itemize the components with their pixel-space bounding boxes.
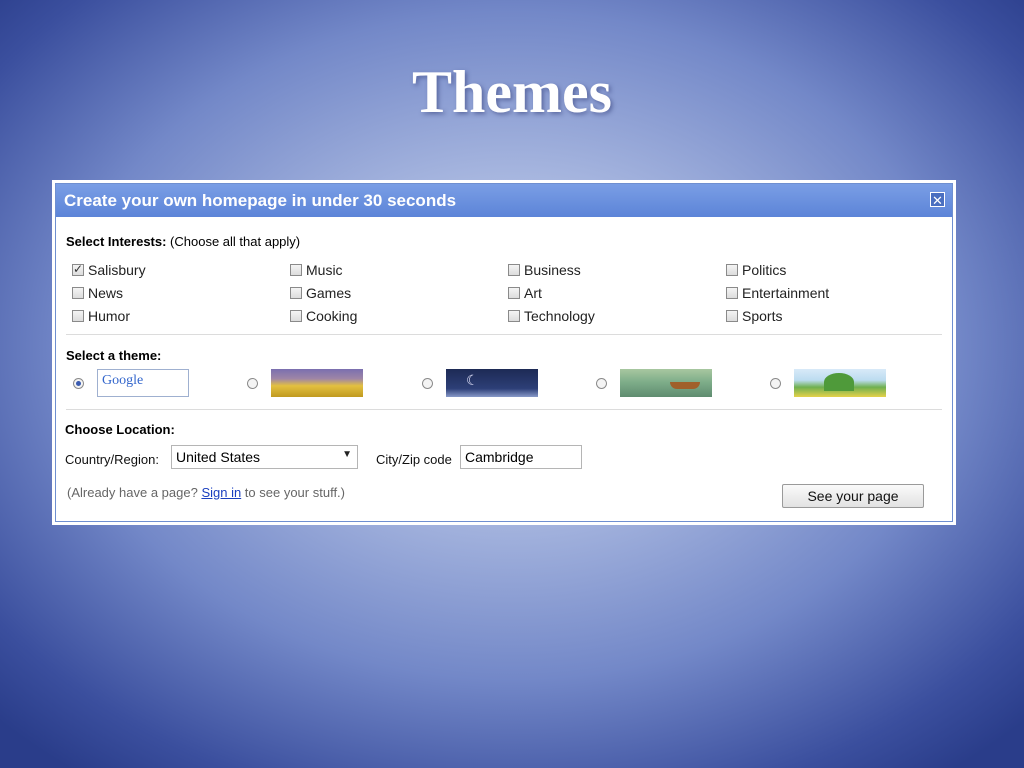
interest-label: Technology	[524, 308, 595, 324]
checkbox[interactable]	[726, 310, 738, 322]
dialog-titlebar: Create your own homepage in under 30 sec…	[56, 184, 952, 217]
interest-cooking[interactable]: Cooking	[290, 308, 357, 324]
country-select[interactable]: United States ▼	[171, 445, 358, 469]
chevron-down-icon: ▼	[342, 449, 352, 460]
theme-radio-river[interactable]	[596, 378, 607, 389]
signin-note-prefix: (Already have a page?	[67, 485, 202, 500]
country-label: Country/Region:	[65, 452, 159, 467]
theme-thumb-night[interactable]	[446, 369, 538, 397]
interest-art[interactable]: Art	[508, 285, 542, 301]
theme-label: Select a theme:	[66, 348, 162, 363]
checkbox[interactable]	[72, 310, 84, 322]
signin-link[interactable]: Sign in	[201, 485, 241, 500]
theme-heading: Select a theme:	[66, 348, 161, 363]
interest-sports[interactable]: Sports	[726, 308, 782, 324]
interest-entertainment[interactable]: Entertainment	[726, 285, 829, 301]
interests-hint: (Choose all that apply)	[166, 234, 301, 249]
location-heading: Choose Location:	[65, 422, 175, 437]
interest-salisbury[interactable]: Salisbury	[72, 262, 146, 278]
city-label: City/Zip code	[376, 452, 452, 467]
checkbox-checked[interactable]	[72, 262, 84, 276]
interest-music[interactable]: Music	[290, 262, 343, 278]
interest-label: Business	[524, 262, 581, 278]
homepage-dialog: Create your own homepage in under 30 sec…	[52, 180, 956, 525]
theme-radio-sunset[interactable]	[247, 378, 258, 389]
interest-technology[interactable]: Technology	[508, 308, 595, 324]
checkbox[interactable]	[72, 287, 84, 299]
interest-label: Music	[306, 262, 343, 278]
signin-note: (Already have a page? Sign in to see you…	[67, 485, 345, 500]
divider	[66, 334, 942, 335]
interest-label: Art	[524, 285, 542, 301]
interest-humor[interactable]: Humor	[72, 308, 130, 324]
interests-heading: Select Interests: (Choose all that apply…	[66, 234, 300, 249]
interest-business[interactable]: Business	[508, 262, 581, 278]
checkbox[interactable]	[726, 287, 738, 299]
checkbox[interactable]	[508, 264, 520, 276]
location-label: Choose Location:	[65, 422, 175, 437]
interest-label: News	[88, 285, 124, 301]
interest-label: Entertainment	[742, 285, 830, 301]
interest-news[interactable]: News	[72, 285, 123, 301]
theme-radio-hills[interactable]	[770, 378, 781, 389]
checkbox[interactable]	[508, 310, 520, 322]
theme-thumb-classic[interactable]: Google	[97, 369, 189, 397]
checkbox[interactable]	[290, 310, 302, 322]
city-input[interactable]: Cambridge	[460, 445, 582, 469]
interest-label: Sports	[742, 308, 783, 324]
checkbox[interactable]	[290, 264, 302, 276]
theme-radio-night[interactable]	[422, 378, 433, 389]
checkbox[interactable]	[508, 287, 520, 299]
theme-thumb-river[interactable]	[620, 369, 712, 397]
interest-label: Politics	[742, 262, 787, 278]
theme-thumb-hills[interactable]	[794, 369, 886, 397]
slide-title: Themes	[412, 59, 612, 125]
close-icon[interactable]: ✕	[930, 192, 945, 208]
theme-radio-classic[interactable]	[73, 378, 84, 389]
interests-label: Select Interests:	[66, 234, 167, 249]
dialog-title: Create your own homepage in under 30 sec…	[64, 191, 457, 210]
google-logo: Google	[102, 373, 144, 388]
see-your-page-button[interactable]: See your page	[782, 484, 924, 508]
checkbox[interactable]	[290, 287, 302, 299]
interest-label: Cooking	[306, 308, 358, 324]
country-value: United States	[176, 449, 261, 465]
interest-label: Salisbury	[88, 262, 146, 278]
dialog-frame: Create your own homepage in under 30 sec…	[55, 183, 953, 522]
theme-thumb-sunset[interactable]	[271, 369, 363, 397]
checkbox[interactable]	[726, 264, 738, 276]
divider	[66, 409, 942, 410]
interest-games[interactable]: Games	[290, 285, 351, 301]
interest-label: Games	[306, 285, 352, 301]
interest-label: Humor	[88, 308, 131, 324]
interest-politics[interactable]: Politics	[726, 262, 786, 278]
signin-note-suffix: to see your stuff.)	[241, 485, 345, 500]
